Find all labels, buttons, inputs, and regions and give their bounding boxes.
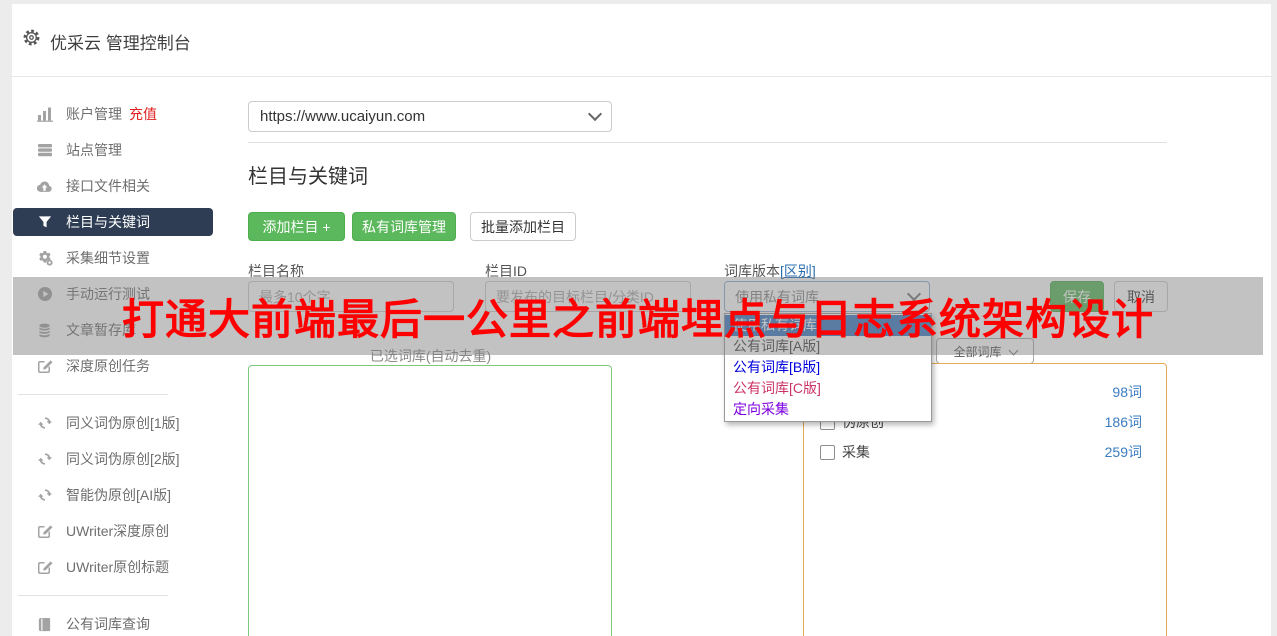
dict-word-count: 186词 (1104, 414, 1142, 430)
sidebar-item-13[interactable]: UWriter原创标题 (13, 553, 213, 581)
edit-icon (36, 523, 53, 540)
edit-icon (36, 559, 53, 576)
sidebar-item-label: UWriter原创标题 (66, 559, 170, 575)
sidebar-item-7[interactable]: 深度原创任务 (13, 352, 213, 380)
watermark-text: 打通大前端最后一公里之前端埋点与日志系统架构设计 (121, 296, 1154, 343)
sidebar-item-0[interactable]: 账户管理 充值 (13, 100, 213, 128)
cloud-upload-icon (36, 178, 53, 195)
sidebar-item-12[interactable]: UWriter深度原创 (13, 517, 213, 545)
private-dict-button[interactable]: 私有词库管理 (352, 212, 456, 241)
dict-row-2: 采集 259词 (820, 437, 1152, 467)
sidebar-item-label: 站点管理 (66, 142, 122, 158)
bar-chart-icon (36, 106, 53, 123)
sidebar-item-label: 账户管理 (66, 106, 122, 122)
sidebar-item-label: 同义词伪原创[2版] (66, 451, 180, 467)
sidebar-item-10[interactable]: 同义词伪原创[2版] (13, 445, 213, 473)
sidebar-item-label: 采集细节设置 (66, 250, 150, 266)
gears-icon (36, 250, 53, 267)
page-title: 栏目与关键词 (248, 166, 368, 188)
refresh-icon (36, 451, 53, 468)
dict-checkbox[interactable] (820, 444, 835, 460)
dict-word-count: 259词 (1104, 444, 1142, 460)
refresh-icon (36, 415, 53, 432)
sidebar-item-4[interactable]: 采集细节设置 (13, 244, 213, 272)
sidebar-item-15[interactable]: 公有词库查询 (13, 610, 213, 636)
sidebar-item-label: 栏目与关键词 (66, 214, 150, 230)
dropdown-option-2[interactable]: 公有词库[B版] (725, 357, 931, 378)
sidebar-item-9[interactable]: 同义词伪原创[1版] (13, 409, 213, 437)
edit-icon (36, 358, 53, 375)
dropdown-option-3[interactable]: 公有词库[C版] (725, 378, 931, 399)
server-icon (36, 142, 53, 159)
book-icon (36, 616, 53, 633)
dict-word-count: 98词 (1112, 384, 1142, 400)
divider (248, 142, 1167, 143)
page: 优采云 管理控制台 账户管理 充值 站点管理 接口文件相关 栏目与关键词 采集细节设置 手动… (0, 0, 1277, 636)
site-select-value: https://www.ucaiyun.com (260, 108, 426, 125)
sidebar-item-label: 智能伪原创[AI版] (66, 487, 172, 503)
top-header: 优采云 管理控制台 (12, 4, 1271, 77)
funnel-icon (36, 214, 53, 231)
sidebar-item-1[interactable]: 站点管理 (13, 136, 213, 164)
sidebar-divider (18, 394, 168, 395)
sidebar-item-label: 接口文件相关 (66, 178, 150, 194)
app-title: 优采云 管理控制台 (50, 34, 191, 53)
recharge-badge[interactable]: 充值 (129, 104, 157, 124)
sidebar-item-label: 公有词库查询 (66, 616, 150, 632)
site-select[interactable]: https://www.ucaiyun.com (248, 101, 612, 132)
gear-icon (22, 28, 41, 52)
batch-add-button[interactable]: 批量添加栏目 (470, 212, 576, 241)
sidebar-divider (18, 595, 168, 596)
sidebar-item-label: UWriter深度原创 (66, 523, 170, 539)
sidebar-item-3[interactable]: 栏目与关键词 (13, 208, 213, 236)
sidebar-item-label: 同义词伪原创[1版] (66, 415, 180, 431)
refresh-icon (36, 487, 53, 504)
chevron-down-icon (587, 106, 603, 122)
add-column-button[interactable]: 添加栏目 + (248, 212, 345, 241)
sidebar-item-label: 深度原创任务 (66, 358, 150, 374)
selected-dict-box (248, 365, 612, 636)
sidebar-item-11[interactable]: 智能伪原创[AI版] (13, 481, 213, 509)
dict-row-label: 采集 (842, 444, 870, 460)
dropdown-option-4[interactable]: 定向采集 (725, 399, 931, 420)
sidebar-item-2[interactable]: 接口文件相关 (13, 172, 213, 200)
